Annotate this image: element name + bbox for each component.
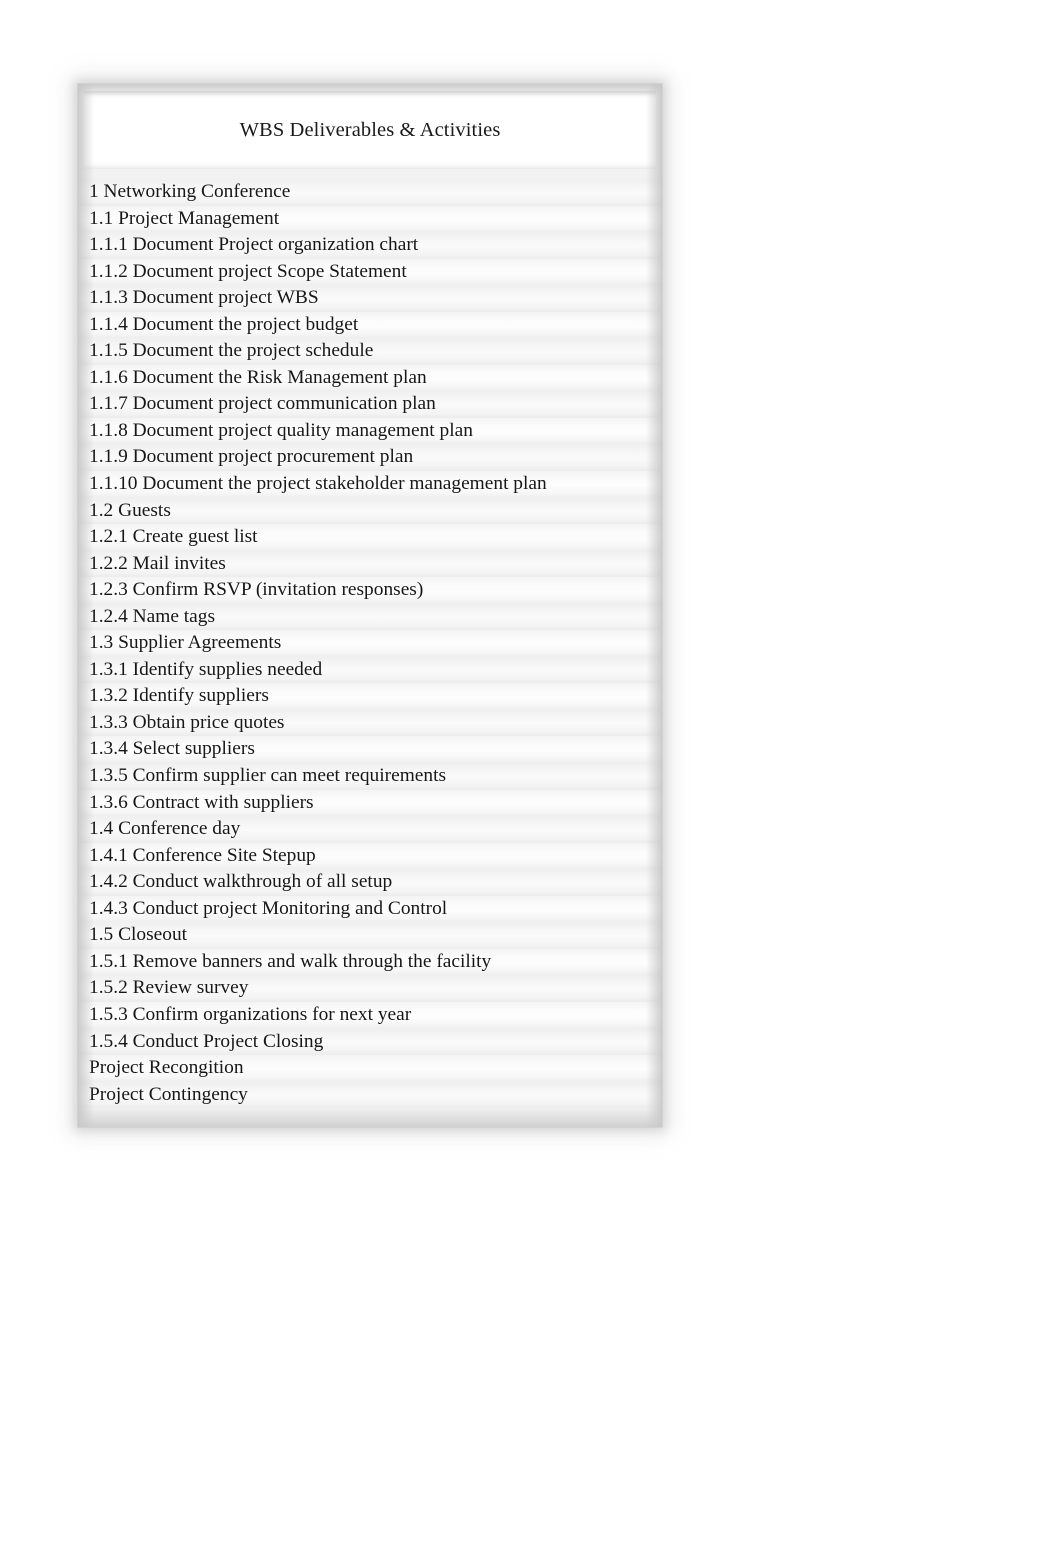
wbs-row[interactable]: 1.1 Project Management (78, 205, 662, 233)
wbs-row[interactable]: 1.4.1 Conference Site Stepup (78, 842, 662, 870)
wbs-row[interactable]: 1.4.2 Conduct walkthrough of all setup (78, 869, 662, 896)
wbs-row[interactable]: 1.3 Supplier Agreements (78, 630, 662, 657)
wbs-row[interactable]: 1.2.1 Create guest list (78, 524, 662, 551)
wbs-row[interactable]: 1.5.4 Conduct Project Closing (78, 1028, 662, 1056)
wbs-row[interactable]: 1.1.5 Document the project schedule (78, 338, 662, 365)
wbs-title: WBS Deliverables & Activities (239, 118, 501, 141)
wbs-row[interactable]: 1.5.1 Remove banners and walk through th… (78, 948, 662, 976)
wbs-row[interactable]: 1.1.4 Document the project budget (78, 311, 662, 339)
wbs-row[interactable]: 1.1.6 Document the Risk Management plan (78, 364, 662, 392)
wbs-row[interactable]: 1.1.10 Document the project stakeholder … (78, 471, 662, 498)
wbs-row[interactable]: 1.3.5 Confirm supplier can meet requirem… (78, 763, 662, 790)
wbs-row[interactable]: 1.3.4 Select suppliers (78, 736, 662, 764)
wbs-row[interactable]: 1.4 Conference day (78, 816, 662, 843)
wbs-row[interactable]: 1.2 Guests (78, 497, 662, 525)
wbs-row[interactable]: Project Recongition (78, 1055, 662, 1082)
wbs-row[interactable]: 1.1.7 Document project communication pla… (78, 391, 662, 418)
wbs-row[interactable]: 1.5 Closeout (78, 922, 662, 949)
wbs-row[interactable]: 1.2.3 Confirm RSVP (invitation responses… (78, 577, 662, 604)
wbs-row[interactable]: 1.4.3 Conduct project Monitoring and Con… (78, 895, 662, 923)
wbs-row[interactable]: Project Contingency (78, 1081, 662, 1109)
wbs-row[interactable]: 1 Networking Conference (78, 179, 662, 206)
wbs-row[interactable]: 1.5.2 Review survey (78, 975, 662, 1002)
wbs-row[interactable]: 1.3.6 Contract with suppliers (78, 789, 662, 817)
wbs-row[interactable]: 1.5.3 Confirm organizations for next yea… (78, 1001, 662, 1029)
wbs-document-sheet: WBS Deliverables & Activities 1 Networki… (78, 84, 662, 1127)
wbs-row[interactable]: 1.3.1 Identify supplies needed (78, 656, 662, 684)
wbs-row[interactable]: 1.2.4 Name tags (78, 603, 662, 631)
wbs-row[interactable]: 1.1.1 Document Project organization char… (78, 232, 662, 259)
wbs-row[interactable]: 1.3.3 Obtain price quotes (78, 709, 662, 737)
wbs-row[interactable]: 1.1.3 Document project WBS (78, 285, 662, 312)
wbs-row[interactable]: 1.1.2 Document project Scope Statement (78, 258, 662, 286)
wbs-row[interactable]: 1.3.2 Identify suppliers (78, 683, 662, 710)
wbs-row[interactable]: 1.2.2 Mail invites (78, 550, 662, 578)
wbs-row-list: 1 Networking Conference 1.1 Project Manag… (78, 176, 662, 1127)
wbs-table-header: WBS Deliverables & Activities (84, 91, 656, 169)
wbs-row[interactable]: 1.1.8 Document project quality managemen… (78, 417, 662, 445)
wbs-row[interactable]: 1.1.9 Document project procurement plan (78, 444, 662, 472)
